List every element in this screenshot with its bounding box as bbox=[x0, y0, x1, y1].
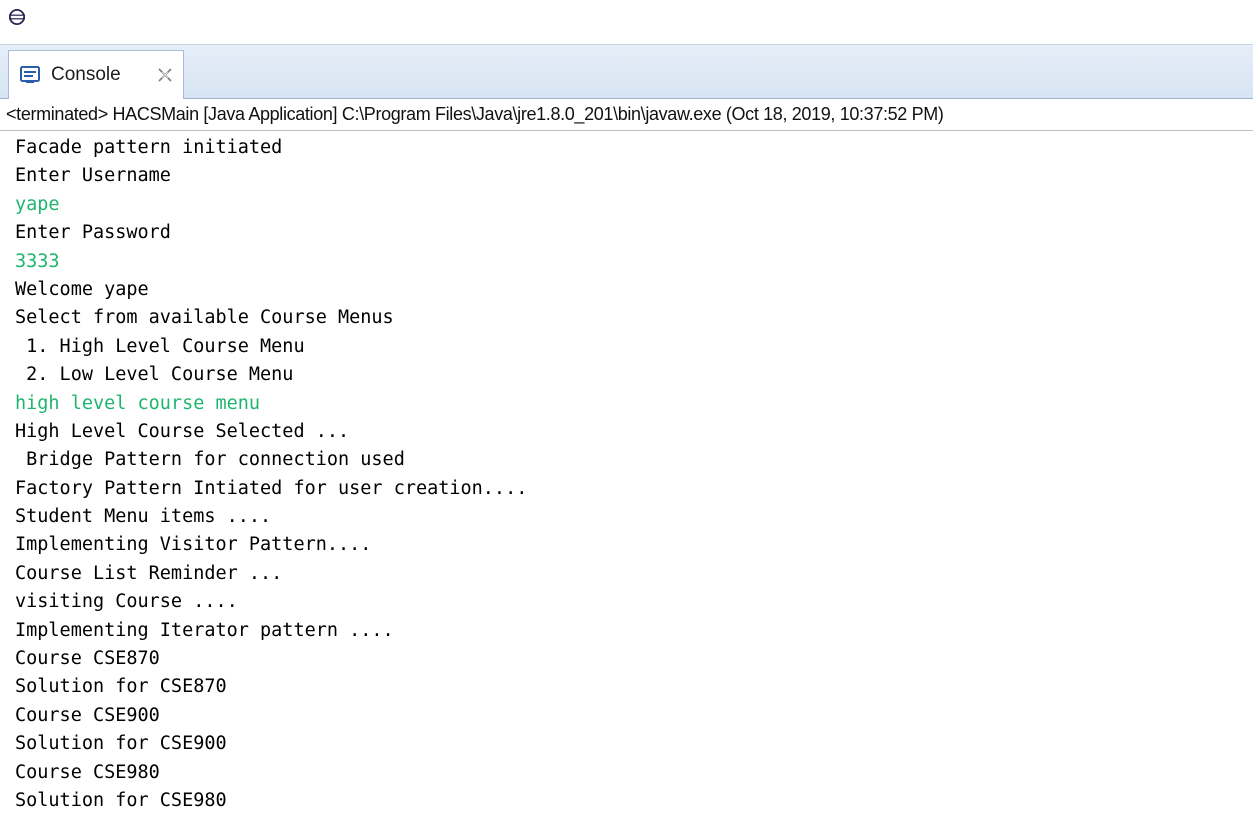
console-output-line: Course CSE870 bbox=[15, 648, 160, 670]
console-output-line: Implementing Visitor Pattern.... bbox=[15, 534, 372, 556]
console-output-line: Bridge Pattern for connection used bbox=[15, 449, 405, 471]
console-icon bbox=[20, 66, 40, 83]
console-output-line: Solution for CSE980 bbox=[15, 789, 227, 811]
close-icon[interactable] bbox=[156, 66, 174, 84]
console-output-line: visiting Course .... bbox=[15, 591, 238, 613]
console-output-line: Course CSE980 bbox=[15, 761, 160, 783]
console-input-line: high level course menu bbox=[15, 392, 261, 414]
console-output-line: Solution for CSE900 bbox=[15, 733, 227, 755]
console-output-line: Welcome yape bbox=[15, 278, 149, 300]
console-output-line: 2. Low Level Course Menu bbox=[15, 364, 294, 386]
console-output-line: Enter Password bbox=[15, 222, 171, 244]
console-output-line: High Level Course Selected ... bbox=[15, 420, 350, 442]
console-output-line: Implementing Iterator pattern .... bbox=[15, 619, 394, 641]
console-output-line: Student Menu items .... bbox=[15, 506, 272, 528]
console-output-line: Solution for CSE870 bbox=[15, 676, 227, 698]
process-status-text: <terminated> HACSMain [Java Application]… bbox=[6, 104, 944, 124]
tab-console-label: Console bbox=[51, 64, 121, 85]
console-output-line: Factory Pattern Intiated for user creati… bbox=[15, 477, 528, 499]
console-output-line: Course CSE900 bbox=[15, 704, 160, 726]
window-top-strip bbox=[0, 0, 1253, 44]
console-output-line: Enter Username bbox=[15, 165, 171, 187]
console-output-line: Course List Reminder ... bbox=[15, 562, 283, 584]
console-input-line: yape bbox=[15, 193, 60, 215]
eclipse-icon bbox=[9, 9, 25, 25]
console-input-line: 3333 bbox=[15, 250, 60, 272]
tab-console[interactable]: Console bbox=[8, 50, 184, 100]
console-output-line: Facade pattern initiated bbox=[15, 137, 283, 158]
console-output-line: 1. High Level Course Menu bbox=[15, 335, 305, 357]
view-tab-bar: Console bbox=[0, 44, 1253, 100]
console-output-line: Select from available Course Menus bbox=[15, 307, 394, 329]
console-status-line: <terminated> HACSMain [Java Application]… bbox=[0, 99, 1253, 131]
console-output-area[interactable]: Facade pattern initiated Enter Username ya… bbox=[0, 132, 1253, 829]
